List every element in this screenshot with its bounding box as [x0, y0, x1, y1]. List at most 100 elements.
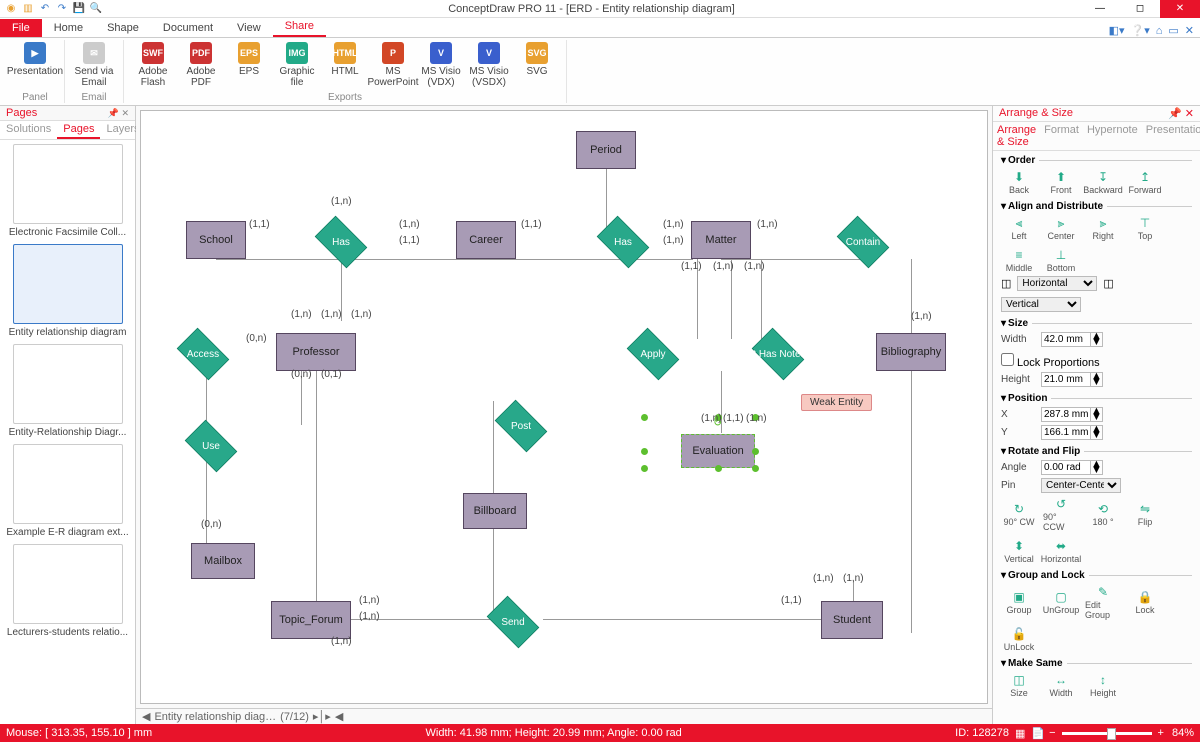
btn-unlock[interactable]: 🔓UnLock	[1001, 626, 1037, 652]
relation-has1[interactable]: Has	[309, 221, 373, 263]
subtab-pages[interactable]: Pages	[57, 121, 100, 139]
relation-send[interactable]: Send	[481, 601, 545, 643]
diagram-canvas[interactable]: PeriodSchoolCareerMatterBibliographyProf…	[140, 110, 988, 704]
entity-student[interactable]: Student	[821, 601, 883, 639]
maximize-button[interactable]: ◻	[1120, 0, 1160, 18]
selection-handle[interactable]	[641, 414, 648, 421]
tab-document[interactable]: Document	[151, 19, 225, 37]
entity-matter[interactable]: Matter	[691, 221, 751, 259]
btn-forward[interactable]: ↥Forward	[1127, 169, 1163, 195]
entity-professor[interactable]: Professor	[276, 333, 356, 371]
btn-group[interactable]: ▣Group	[1001, 589, 1037, 615]
selection-handle[interactable]	[752, 465, 759, 472]
btn-middle[interactable]: ≡Middle	[1001, 247, 1037, 273]
btn-flip[interactable]: ⇋Flip	[1127, 501, 1163, 527]
relation-ithasnotes[interactable]: It Has Notes	[746, 333, 810, 375]
restore-icon[interactable]: ▭	[1168, 24, 1178, 37]
rtab-arrange[interactable]: Arrange & Size	[993, 122, 1040, 150]
tabbar-prev-icon[interactable]: ◀	[142, 710, 150, 723]
tabbar-doc[interactable]: Entity relationship diag…	[154, 711, 276, 723]
tabbar-scroll-icon[interactable]: ◀	[335, 710, 343, 723]
relation-use[interactable]: Use	[179, 425, 243, 467]
dist-h-select[interactable]: Horizontal	[1017, 276, 1097, 291]
home-icon[interactable]: ⌂	[1156, 25, 1163, 37]
qat-new-icon[interactable]: ◉	[4, 2, 18, 16]
qat-redo-icon[interactable]: ↷	[55, 2, 69, 16]
ribbon-ms-visio-vsdx-[interactable]: VMS Visio (VSDX)	[466, 40, 512, 88]
qat-print-icon[interactable]: 🔍	[89, 2, 103, 16]
btn-right[interactable]: ⫸Right	[1085, 215, 1121, 241]
value-input[interactable]	[1042, 333, 1090, 346]
zoom-slider[interactable]	[1062, 732, 1152, 735]
page-thumb[interactable]: Example E-R diagram ext...	[4, 444, 131, 538]
btn-ungroup[interactable]: ▢UnGroup	[1043, 589, 1079, 615]
subtab-solutions[interactable]: Solutions	[0, 121, 57, 139]
btn--ccw[interactable]: ↺90° CCW	[1043, 496, 1079, 532]
rtab-hypernote[interactable]: Hypernote	[1083, 122, 1142, 150]
tab-file[interactable]: File	[0, 19, 42, 37]
btn-left[interactable]: ⫷Left	[1001, 215, 1037, 241]
selection-handle[interactable]	[641, 448, 648, 455]
pages-panel-pin-icon[interactable]: 📌 ✕	[108, 108, 129, 119]
mdi-close-icon[interactable]: ✕	[1185, 24, 1194, 37]
ribbon-adobe-flash[interactable]: SWFAdobe Flash	[130, 40, 176, 88]
page-thumb[interactable]: Entity-Relationship Diagr...	[4, 344, 131, 438]
dist-h-icon[interactable]: ◫	[1001, 277, 1011, 290]
value-input[interactable]	[1042, 373, 1090, 386]
ribbon-send-via-email[interactable]: ✉Send via Email	[71, 40, 117, 88]
help-icon[interactable]: ❔▾	[1131, 24, 1150, 37]
btn-height[interactable]: ↕Height	[1085, 672, 1121, 698]
btn-width[interactable]: ↔Width	[1043, 672, 1079, 698]
dist-v-icon[interactable]: ◫	[1103, 277, 1113, 290]
ribbon-ms-powerpoint[interactable]: PMS PowerPoint	[370, 40, 416, 88]
page-thumb[interactable]: Entity relationship diagram	[4, 244, 131, 338]
btn-center[interactable]: ⫸Center	[1043, 215, 1079, 241]
qat-save-icon[interactable]: 💾	[72, 2, 86, 16]
btn-backward[interactable]: ↧Backward	[1085, 169, 1121, 195]
close-button[interactable]: ✕	[1160, 0, 1200, 18]
qat-undo-icon[interactable]: ↶	[38, 2, 52, 16]
ribbon-adobe-pdf[interactable]: PDFAdobe PDF	[178, 40, 224, 88]
ribbon-svg[interactable]: SVGSVG	[514, 40, 560, 88]
ribbon-graphic-file[interactable]: IMGGraphic file	[274, 40, 320, 88]
btn-lock[interactable]: 🔒Lock	[1127, 589, 1163, 615]
entity-topicforum[interactable]: Topic_Forum	[271, 601, 351, 639]
btn--cw[interactable]: ↻90° CW	[1001, 501, 1037, 527]
relation-apply[interactable]: Apply	[621, 333, 685, 375]
entity-mailbox[interactable]: Mailbox	[191, 543, 255, 579]
tab-shape[interactable]: Shape	[95, 19, 151, 37]
value-input[interactable]	[1042, 461, 1090, 474]
relation-contain[interactable]: Contain	[831, 221, 895, 263]
dist-v-select[interactable]: Vertical	[1001, 297, 1081, 312]
selection-handle[interactable]	[752, 448, 759, 455]
arrange-panel-pin-icon[interactable]: 📌 ✕	[1168, 107, 1194, 120]
btn-vertical[interactable]: ⬍Vertical	[1001, 538, 1037, 564]
pin-select[interactable]: Center-Center	[1041, 478, 1121, 493]
page-thumb[interactable]: Electronic Facsimile Coll...	[4, 144, 131, 238]
entity-period[interactable]: Period	[576, 131, 636, 169]
btn-edit-group[interactable]: ✎Edit Group	[1085, 584, 1121, 620]
relation-post[interactable]: Post	[489, 405, 553, 447]
zoom-in-icon[interactable]: +	[1158, 727, 1164, 739]
minimize-button[interactable]: —	[1080, 0, 1120, 18]
btn-back[interactable]: ⬇Back	[1001, 169, 1037, 195]
tab-home[interactable]: Home	[42, 19, 95, 37]
lock-proportions[interactable]: Lock Proportions	[1001, 353, 1100, 369]
entity-career[interactable]: Career	[456, 221, 516, 259]
status-grid-icon[interactable]: ▦	[1015, 727, 1025, 740]
zoom-out-icon[interactable]: −	[1049, 727, 1055, 739]
value-input[interactable]	[1042, 426, 1090, 439]
ribbon-presentation[interactable]: ▶Presentation	[12, 40, 58, 77]
btn-front[interactable]: ⬆Front	[1043, 169, 1079, 195]
btn--[interactable]: ⟲180 °	[1085, 501, 1121, 527]
btn-top[interactable]: ⊤Top	[1127, 215, 1163, 241]
rtab-format[interactable]: Format	[1040, 122, 1083, 150]
ribbon-eps[interactable]: EPSEPS	[226, 40, 272, 88]
page-thumb[interactable]: Lecturers-students relatio...	[4, 544, 131, 638]
entity-school[interactable]: School	[186, 221, 246, 259]
relation-has2[interactable]: Has	[591, 221, 655, 263]
selection-handle[interactable]	[715, 465, 722, 472]
ribbon-html[interactable]: HTMLHTML	[322, 40, 368, 88]
entity-billboard[interactable]: Billboard	[463, 493, 527, 529]
entity-evaluation[interactable]: Evaluation	[681, 434, 755, 468]
